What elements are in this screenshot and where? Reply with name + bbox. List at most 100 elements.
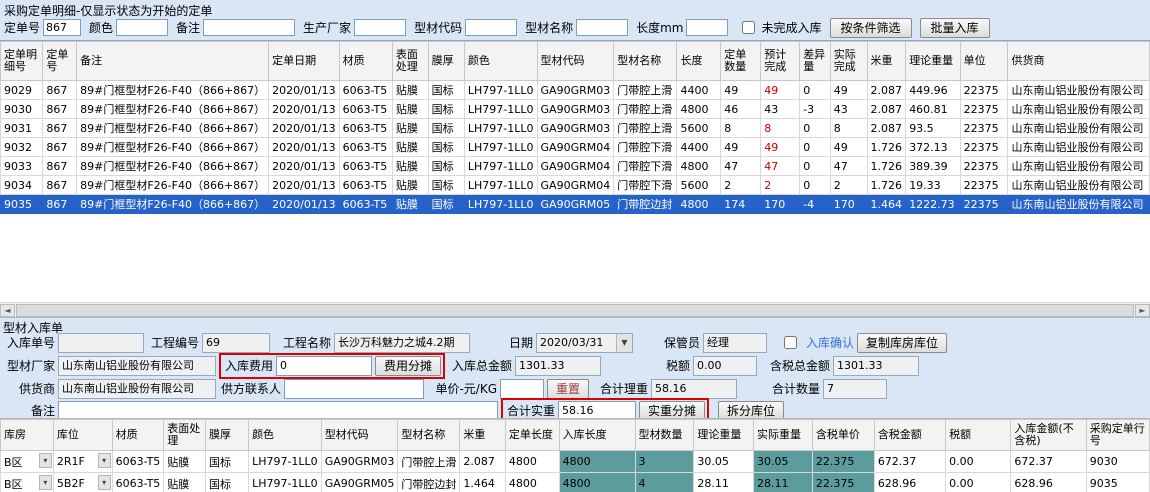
- table-cell[interactable]: LH797-1LL0: [464, 157, 537, 176]
- table-cell[interactable]: 国标: [428, 81, 464, 100]
- column-header[interactable]: 入库金额(不含税): [1011, 420, 1086, 451]
- horizontal-scrollbar[interactable]: ◄ ►: [0, 302, 1150, 318]
- column-header[interactable]: 型材数量: [635, 420, 694, 451]
- column-header[interactable]: 定单明细号: [1, 42, 43, 81]
- column-header[interactable]: 定单数量: [721, 42, 761, 81]
- table-cell[interactable]: 8: [830, 119, 867, 138]
- table-row[interactable]: 903586789#门框型材F26-F40（866+867）2020/01/13…: [1, 195, 1150, 214]
- unfinished-checkbox[interactable]: [742, 21, 755, 34]
- table-cell[interactable]: LH797-1LL0: [464, 195, 537, 214]
- column-header[interactable]: 型材名称: [614, 42, 677, 81]
- color-input[interactable]: [116, 19, 168, 36]
- table-cell[interactable]: 2020/01/13: [269, 81, 339, 100]
- table-cell[interactable]: 门带腔下滑: [614, 138, 677, 157]
- table-cell[interactable]: GA90GRM04: [537, 157, 614, 176]
- table-cell[interactable]: 19.33: [906, 176, 960, 195]
- table-cell[interactable]: 1.464: [867, 195, 906, 214]
- table-cell[interactable]: 6063-T5: [339, 157, 392, 176]
- table-cell[interactable]: 山东南山铝业股份有限公司: [1008, 119, 1150, 138]
- table-cell[interactable]: 9033: [1, 157, 43, 176]
- table-cell[interactable]: 门带腔上滑: [614, 100, 677, 119]
- table-cell[interactable]: 4800: [505, 451, 559, 473]
- table-cell[interactable]: 门带腔边封: [614, 195, 677, 214]
- table-cell[interactable]: 0: [800, 138, 831, 157]
- table-row[interactable]: 903286789#门框型材F26-F40（866+867）2020/01/13…: [1, 138, 1150, 157]
- table-cell[interactable]: 867: [43, 157, 77, 176]
- table-cell[interactable]: 4800: [677, 195, 721, 214]
- table-cell[interactable]: 9030: [1, 100, 43, 119]
- table-cell[interactable]: LH797-1LL0: [464, 138, 537, 157]
- table-cell[interactable]: 门带腔边封: [398, 473, 460, 492]
- table-cell[interactable]: 9032: [1, 138, 43, 157]
- table-cell[interactable]: GA90GRM03: [537, 119, 614, 138]
- table-cell[interactable]: 6063-T5: [339, 119, 392, 138]
- scroll-left-arrow-icon[interactable]: ◄: [0, 304, 15, 317]
- table-cell[interactable]: 9035: [1086, 473, 1149, 492]
- column-header[interactable]: 理论重量: [694, 420, 754, 451]
- table-cell[interactable]: 372.13: [906, 138, 960, 157]
- profile-name-input[interactable]: [576, 19, 628, 36]
- table-cell[interactable]: 0: [800, 81, 831, 100]
- date-field[interactable]: 2020/03/31▼: [536, 333, 633, 353]
- table-cell[interactable]: 460.81: [906, 100, 960, 119]
- table-cell[interactable]: 2020/01/13: [269, 100, 339, 119]
- table-cell[interactable]: 170: [761, 195, 800, 214]
- column-header[interactable]: 库房: [1, 420, 54, 451]
- column-header[interactable]: 供货商: [1008, 42, 1150, 81]
- table-cell[interactable]: 贴膜: [164, 473, 206, 492]
- table-cell[interactable]: 贴膜: [392, 100, 428, 119]
- column-header[interactable]: 长度: [677, 42, 721, 81]
- table-cell[interactable]: 89#门框型材F26-F40（866+867）: [77, 119, 269, 138]
- table-cell[interactable]: 867: [43, 195, 77, 214]
- table-cell[interactable]: 5600: [677, 176, 721, 195]
- table-cell[interactable]: LH797-1LL0: [464, 176, 537, 195]
- table-cell[interactable]: 0: [800, 157, 831, 176]
- table-cell[interactable]: 867: [43, 119, 77, 138]
- table-cell[interactable]: 22375: [960, 119, 1008, 138]
- table-cell[interactable]: 170: [830, 195, 867, 214]
- table-cell[interactable]: LH797-1LL0: [464, 119, 537, 138]
- table-cell[interactable]: 4800: [505, 473, 559, 492]
- order-no-input[interactable]: [43, 19, 81, 36]
- table-cell[interactable]: 山东南山铝业股份有限公司: [1008, 138, 1150, 157]
- table-cell[interactable]: 2020/01/13: [269, 119, 339, 138]
- copy-warehouse-button[interactable]: 复制库房库位: [857, 333, 947, 353]
- table-cell[interactable]: 6063-T5: [339, 195, 392, 214]
- table-cell[interactable]: 93.5: [906, 119, 960, 138]
- table-cell[interactable]: 4400: [677, 81, 721, 100]
- table-cell[interactable]: 89#门框型材F26-F40（866+867）: [77, 81, 269, 100]
- table-cell[interactable]: 贴膜: [392, 138, 428, 157]
- contact-input[interactable]: [284, 379, 424, 399]
- table-cell[interactable]: LH797-1LL0: [249, 473, 322, 492]
- table-cell[interactable]: 28.11: [753, 473, 812, 492]
- table-cell[interactable]: 49: [721, 81, 761, 100]
- combo-arrow-icon[interactable]: ▾: [39, 453, 52, 468]
- table-cell[interactable]: 门带腔上滑: [614, 119, 677, 138]
- table-cell[interactable]: GA90GRM03: [321, 451, 398, 473]
- table-cell[interactable]: 6063-T5: [339, 176, 392, 195]
- table-cell[interactable]: 9031: [1, 119, 43, 138]
- table-cell[interactable]: 628.96: [874, 473, 945, 492]
- table-cell[interactable]: 1.726: [867, 176, 906, 195]
- table-cell[interactable]: 22.375: [812, 473, 874, 492]
- table-cell[interactable]: 1222.73: [906, 195, 960, 214]
- table-cell[interactable]: 9029: [1, 81, 43, 100]
- combo-arrow-icon[interactable]: ▾: [39, 475, 52, 490]
- table-cell[interactable]: 672.37: [874, 451, 945, 473]
- table-cell[interactable]: 0.00: [946, 451, 1011, 473]
- table-cell[interactable]: 49: [721, 138, 761, 157]
- note-input[interactable]: [203, 19, 295, 36]
- table-cell[interactable]: GA90GRM05: [537, 195, 614, 214]
- table-cell[interactable]: 9035: [1, 195, 43, 214]
- table-cell[interactable]: GA90GRM04: [537, 176, 614, 195]
- calendar-dropdown-icon[interactable]: ▼: [616, 334, 632, 352]
- table-cell[interactable]: 2020/01/13: [269, 157, 339, 176]
- table-cell[interactable]: 1.726: [867, 157, 906, 176]
- table-cell[interactable]: 0: [800, 119, 831, 138]
- table-row[interactable]: 902986789#门框型材F26-F40（866+867）2020/01/13…: [1, 81, 1150, 100]
- column-header[interactable]: 入库长度: [559, 420, 635, 451]
- table-cell[interactable]: 2: [721, 176, 761, 195]
- filter-by-condition-button[interactable]: 按条件筛选: [830, 18, 912, 38]
- table-cell[interactable]: 43: [830, 100, 867, 119]
- column-header[interactable]: 材质: [339, 42, 392, 81]
